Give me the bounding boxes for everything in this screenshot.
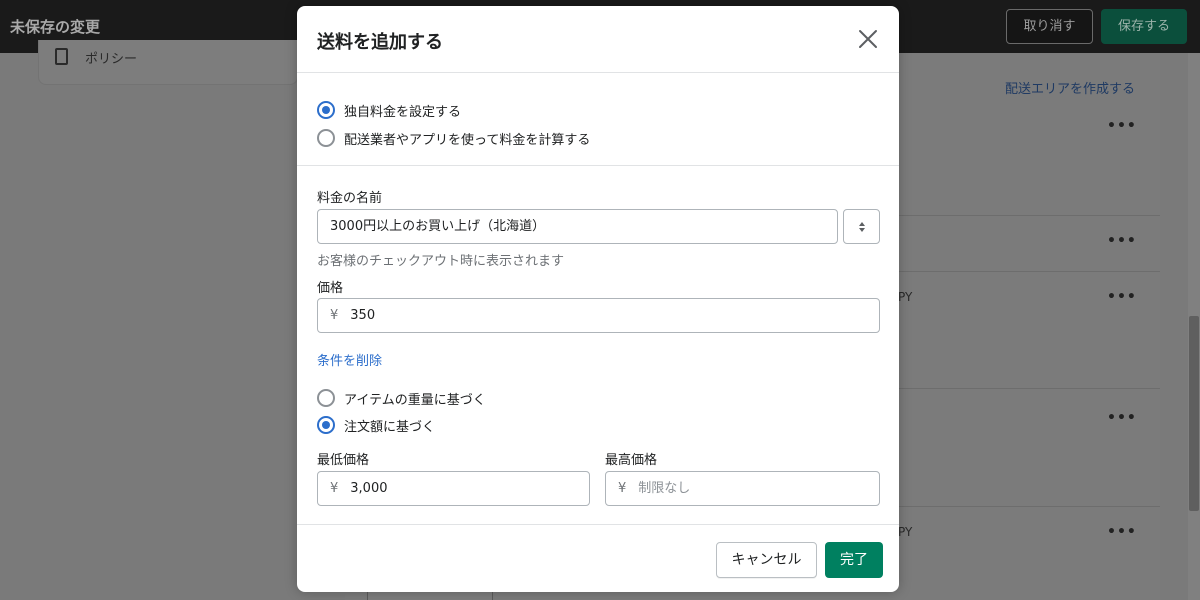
- sidebar-card: ポリシー: [38, 40, 298, 85]
- rate-type-section: 独自料金を設定する 配送業者やアプリを使って料金を計算する: [297, 73, 899, 166]
- more-actions-icon[interactable]: •••: [1107, 410, 1137, 426]
- radio-button-checked[interactable]: [317, 416, 335, 434]
- more-actions-icon[interactable]: •••: [1107, 524, 1137, 540]
- min-price-value: 3,000: [350, 481, 388, 496]
- rate-name-help-text: お客様のチェックアウト時に表示されます: [317, 254, 565, 269]
- radio-label: 独自料金を設定する: [344, 104, 462, 120]
- max-price-placeholder: 制限なし: [638, 481, 691, 496]
- sidebar-item-policy[interactable]: ポリシー: [85, 48, 137, 67]
- cancel-button[interactable]: キャンセル: [716, 542, 817, 578]
- max-price-label: 最高価格: [605, 453, 658, 468]
- modal-footer: キャンセル 完了: [297, 524, 899, 592]
- modal-header: 送料を追加する: [297, 6, 899, 73]
- radio-label: アイテムの重量に基づく: [344, 392, 486, 408]
- close-button[interactable]: [855, 26, 881, 52]
- remove-conditions-link[interactable]: 条件を削除: [317, 350, 382, 369]
- radio-label: 配送業者やアプリを使って料金を計算する: [344, 132, 591, 148]
- currency-prefix: ¥: [330, 308, 339, 323]
- unsaved-changes-title: 未保存の変更: [10, 18, 101, 36]
- rate-row-text: PY: [898, 290, 913, 304]
- add-shipping-rate-modal: 送料を追加する 独自料金を設定する 配送業者やアプリを使って料金を計算する 料金…: [297, 6, 899, 592]
- price-input[interactable]: ¥350: [317, 298, 880, 333]
- divider: [898, 388, 1160, 389]
- modal-title: 送料を追加する: [317, 32, 443, 53]
- radio-carrier-rate[interactable]: 配送業者やアプリを使って料金を計算する: [317, 128, 590, 148]
- rate-name-select-button[interactable]: [843, 209, 880, 244]
- divider: [898, 506, 1160, 507]
- radio-button[interactable]: [317, 129, 335, 147]
- more-actions-icon[interactable]: •••: [1107, 118, 1137, 134]
- more-actions-icon[interactable]: •••: [1107, 289, 1137, 305]
- currency-prefix: ¥: [618, 481, 627, 496]
- rate-name-input[interactable]: 3000円以上のお買い上げ（北海道）: [317, 209, 838, 244]
- divider: [898, 271, 1160, 272]
- scrollbar-thumb[interactable]: [1189, 316, 1199, 511]
- radio-price-based[interactable]: 注文額に基づく: [317, 415, 435, 435]
- rate-name-value: 3000円以上のお買い上げ（北海道）: [330, 219, 546, 234]
- discard-button[interactable]: 取り消す: [1006, 9, 1093, 44]
- policy-icon: [55, 48, 68, 65]
- radio-button[interactable]: [317, 389, 335, 407]
- save-button[interactable]: 保存する: [1101, 9, 1187, 44]
- min-price-label: 最低価格: [317, 453, 370, 468]
- done-button[interactable]: 完了: [825, 542, 883, 578]
- close-icon: [859, 30, 877, 48]
- radio-custom-rate[interactable]: 独自料金を設定する: [317, 100, 461, 120]
- create-shipping-area-link[interactable]: 配送エリアを作成する: [1005, 78, 1135, 97]
- more-actions-icon[interactable]: •••: [1107, 233, 1137, 249]
- divider: [898, 215, 1160, 216]
- radio-weight-based[interactable]: アイテムの重量に基づく: [317, 388, 486, 408]
- min-price-input[interactable]: ¥3,000: [317, 471, 590, 506]
- currency-prefix: ¥: [330, 481, 339, 496]
- max-price-input[interactable]: ¥ 制限なし: [605, 471, 880, 506]
- rate-name-label: 料金の名前: [317, 191, 383, 206]
- radio-button-checked[interactable]: [317, 101, 335, 119]
- price-label: 価格: [317, 281, 344, 296]
- select-arrows-icon: [859, 222, 865, 232]
- price-value: 350: [350, 308, 376, 323]
- radio-label: 注文額に基づく: [344, 419, 436, 435]
- rate-row-text: PY: [898, 525, 913, 539]
